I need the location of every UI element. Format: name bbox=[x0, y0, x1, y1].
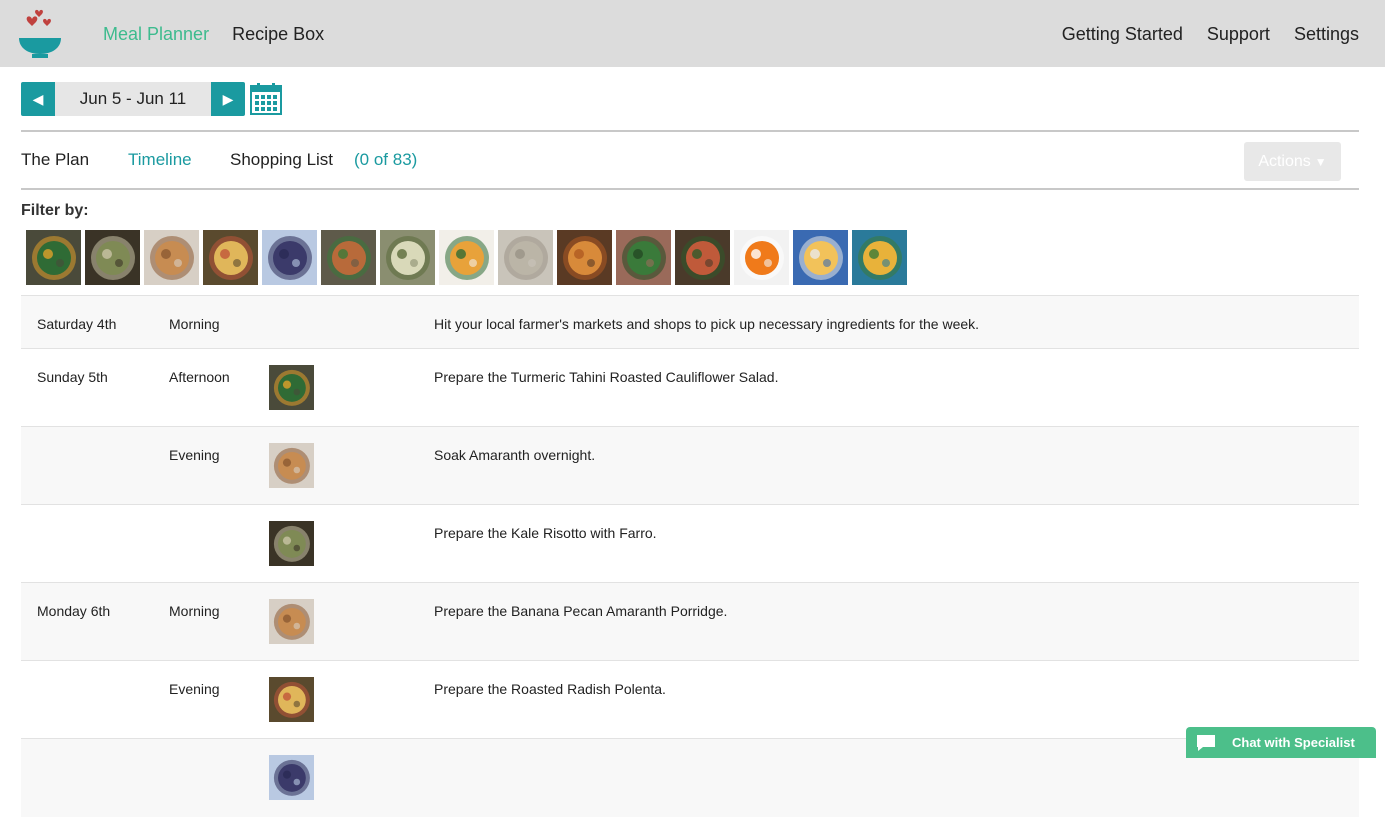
recipe-filter-thumbnail[interactable] bbox=[380, 230, 435, 285]
timeline-row: Sunday 5th Afternoon Prepare the Turmeric … bbox=[21, 348, 1359, 427]
divider-top bbox=[21, 130, 1359, 132]
week-range-label: Jun 5 - Jun 11 bbox=[55, 82, 211, 116]
bowl-logo-icon[interactable] bbox=[16, 8, 64, 60]
recipe-filter-thumbnail[interactable] bbox=[262, 230, 317, 285]
recipe-thumbnail[interactable] bbox=[269, 521, 314, 566]
timeline-row: Saturday 4th Morning Hit your local farmer… bbox=[21, 295, 1359, 349]
nav-settings[interactable]: Settings bbox=[1294, 24, 1359, 44]
recipe-filter-thumbnail[interactable] bbox=[793, 230, 848, 285]
tab-the-plan[interactable]: The Plan bbox=[21, 150, 89, 170]
recipe-filter-thumbnail[interactable] bbox=[439, 230, 494, 285]
recipe-thumbnail[interactable] bbox=[269, 677, 314, 722]
recipe-thumbnail[interactable] bbox=[269, 755, 314, 800]
nav-getting-started[interactable]: Getting Started bbox=[1062, 24, 1183, 44]
nav-recipe-box[interactable]: Recipe Box bbox=[232, 24, 324, 44]
divider-bottom bbox=[21, 188, 1359, 190]
timeline-day: Monday 6th bbox=[37, 603, 111, 619]
recipe-filter-thumbnail[interactable] bbox=[675, 230, 730, 285]
chat-bubble-icon bbox=[1197, 734, 1215, 751]
recipe-thumbnail[interactable] bbox=[269, 443, 314, 488]
timeline-task-text: Soak Amaranth overnight. bbox=[434, 447, 596, 463]
recipe-filter-thumbnail[interactable] bbox=[498, 230, 553, 285]
recipe-thumbnail[interactable] bbox=[269, 599, 314, 644]
timeline-row: Evening Soak Amaranth overnight. bbox=[21, 426, 1359, 505]
recipe-filter-thumbnail[interactable] bbox=[557, 230, 612, 285]
caret-down-icon: ▼ bbox=[1314, 154, 1327, 169]
timeline-task-text: Prepare the Turmeric Tahini Roasted Caul… bbox=[434, 369, 779, 385]
timeline-time: Evening bbox=[169, 681, 220, 697]
timeline-task-text: Prepare the Roasted Radish Polenta. bbox=[434, 681, 666, 697]
timeline-row bbox=[21, 738, 1359, 817]
nav-meal-planner[interactable]: Meal Planner bbox=[103, 24, 209, 44]
timeline-row: Prepare the Kale Risotto with Farro. bbox=[21, 504, 1359, 583]
actions-dropdown-button[interactable]: Actions ▼ bbox=[1244, 142, 1341, 181]
timeline-task-text: Prepare the Banana Pecan Amaranth Porrid… bbox=[434, 603, 728, 619]
recipe-filter-thumbnail[interactable] bbox=[616, 230, 671, 285]
main-nav: Meal Planner Recipe Box bbox=[103, 24, 342, 45]
timeline-row: Evening Prepare the Roasted Radish Polent… bbox=[21, 660, 1359, 739]
timeline-task-text: Hit your local farmer's markets and shop… bbox=[434, 316, 980, 332]
timeline-time: Afternoon bbox=[169, 369, 230, 385]
triangle-right-icon: ▶ bbox=[222, 90, 234, 107]
timeline-day: Saturday 4th bbox=[37, 316, 117, 332]
actions-label: Actions bbox=[1258, 152, 1311, 170]
secondary-nav: Getting Started Support Settings bbox=[1043, 24, 1359, 45]
recipe-filter-thumbnail[interactable] bbox=[144, 230, 199, 285]
timeline-time: Morning bbox=[169, 316, 220, 332]
next-week-button[interactable]: ▶ bbox=[211, 82, 245, 116]
nav-support[interactable]: Support bbox=[1207, 24, 1270, 44]
recipe-filter-thumbnail[interactable] bbox=[321, 230, 376, 285]
recipe-filter-thumbnail[interactable] bbox=[203, 230, 258, 285]
timeline-time: Evening bbox=[169, 447, 220, 463]
triangle-left-icon: ◀ bbox=[32, 90, 44, 107]
calendar-icon[interactable] bbox=[249, 82, 283, 116]
recipe-thumbnail[interactable] bbox=[269, 365, 314, 410]
chat-with-specialist-button[interactable]: Chat with Specialist bbox=[1186, 727, 1376, 758]
top-navigation-bar: Meal Planner Recipe Box Getting Started … bbox=[0, 0, 1385, 67]
recipe-filter-thumbnail[interactable] bbox=[852, 230, 907, 285]
tab-timeline[interactable]: Timeline bbox=[128, 150, 192, 170]
filter-label: Filter by: bbox=[21, 202, 89, 219]
timeline-time: Morning bbox=[169, 603, 220, 619]
recipe-filter-thumbnail[interactable] bbox=[85, 230, 140, 285]
timeline-day: Sunday 5th bbox=[37, 369, 108, 385]
recipe-filter-thumbnail[interactable] bbox=[734, 230, 789, 285]
timeline-task-text: Prepare the Kale Risotto with Farro. bbox=[434, 525, 657, 541]
previous-week-button[interactable]: ◀ bbox=[21, 82, 55, 116]
tab-shopping-list[interactable]: Shopping List bbox=[230, 150, 333, 170]
timeline-row: Monday 6th Morning Prepare the Banana Peca… bbox=[21, 582, 1359, 661]
recipe-filter-thumbnail[interactable] bbox=[26, 230, 81, 285]
chat-label: Chat with Specialist bbox=[1232, 735, 1355, 750]
shopping-list-count[interactable]: (0 of 83) bbox=[354, 150, 417, 170]
